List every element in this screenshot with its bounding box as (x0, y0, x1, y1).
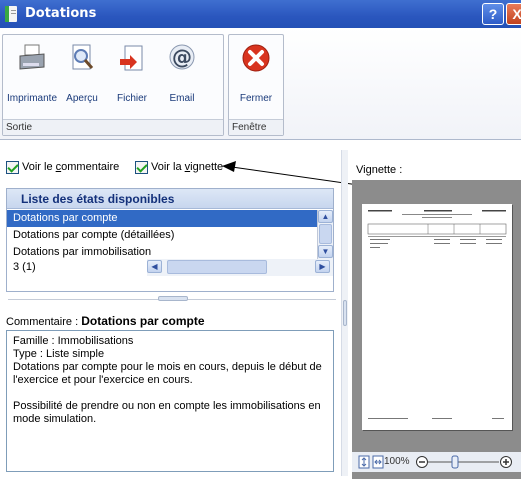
printer-button[interactable]: Imprimante (7, 41, 57, 107)
show-comment-label[interactable]: Voir le commentaire (22, 161, 119, 173)
preview-label: Aperçu (66, 93, 98, 104)
show-comment-checkbox[interactable] (6, 161, 19, 174)
list-count: 3 (1) (13, 261, 36, 273)
report-thumbnail (362, 204, 512, 430)
email-button[interactable]: @ Email (159, 41, 205, 107)
close-window-button[interactable]: X (506, 3, 521, 25)
list-item[interactable]: Dotations par compte (détaillées) (7, 227, 317, 244)
ribbon: Imprimante Aperçu Fichier @ Email Sortie… (0, 28, 521, 140)
scroll-thumb[interactable] (319, 224, 332, 244)
comment-line: Famille : Immobilisations (13, 335, 134, 347)
scroll-down-icon[interactable]: ▼ (318, 245, 333, 258)
ribbon-group-label: Fenêtre (229, 119, 283, 135)
report-list-header: Liste des états disponibles (7, 189, 333, 209)
scroll-thumb[interactable] (167, 260, 267, 274)
scroll-left-icon[interactable]: ◀ (147, 260, 162, 273)
show-thumbnail-label[interactable]: Voir la vignette (151, 161, 223, 173)
splitter-grip[interactable] (158, 296, 188, 301)
vertical-splitter[interactable] (341, 150, 348, 476)
ribbon-group-fenetre: Fermer Fenêtre (228, 34, 284, 136)
window-title: Dotations (25, 6, 97, 21)
list-vertical-scrollbar[interactable]: ▲ ▼ (317, 210, 333, 259)
comment-line: Type : Liste simple (13, 348, 105, 360)
printer-label: Imprimante (6, 93, 57, 104)
horizontal-splitter[interactable] (8, 296, 336, 304)
zoom-toolbar: 100% (352, 452, 521, 472)
comment-line (13, 387, 327, 400)
fit-page-icon[interactable] (358, 455, 370, 469)
report-list-panel: Liste des états disponibles Dotations pa… (6, 188, 334, 292)
thumbnail-label: Vignette : (356, 164, 403, 176)
comment-line: Dotations par compte pour le mois en cou… (13, 361, 322, 386)
ribbon-group-label: Sortie (3, 119, 223, 135)
file-icon (120, 45, 143, 71)
email-icon: @ (169, 44, 195, 70)
app-icon (5, 6, 17, 22)
list-item[interactable]: Dotations par compte (7, 210, 317, 227)
help-button[interactable]: ? (482, 3, 504, 25)
email-label: Email (169, 93, 195, 104)
list-item[interactable]: Dotations par immobilisation (7, 244, 317, 259)
file-label: Fichier (116, 93, 147, 104)
splitter-grip[interactable] (343, 300, 347, 326)
zoom-level: 100% (384, 456, 410, 467)
preview-button[interactable]: Aperçu (59, 41, 105, 107)
show-thumbnail-checkbox[interactable] (135, 161, 148, 174)
ribbon-group-sortie: Imprimante Aperçu Fichier @ Email Sortie (2, 34, 224, 136)
file-button[interactable]: Fichier (109, 41, 155, 107)
comment-line: Possibilité de prendre ou non en compte … (13, 400, 321, 425)
svg-text:@: @ (172, 45, 192, 69)
zoom-slider[interactable] (415, 455, 515, 469)
comment-heading: Commentaire : Dotations par compte (6, 314, 205, 328)
comment-textarea[interactable]: Famille : Immobilisations Type : Liste s… (6, 330, 334, 472)
scroll-right-icon[interactable]: ▶ (315, 260, 330, 273)
close-report-button[interactable]: Fermer (233, 41, 279, 107)
fit-width-icon[interactable] (372, 455, 384, 469)
thumbnail-area: 100% (352, 180, 521, 479)
close-icon (242, 44, 270, 72)
thumbnail-page-content (367, 210, 507, 419)
preview-icon (72, 44, 94, 70)
printer-icon (19, 44, 45, 70)
close-label: Fermer (239, 93, 273, 104)
scroll-up-icon[interactable]: ▲ (318, 210, 333, 223)
title-bar: Dotations ? X (0, 0, 521, 28)
list-horizontal-scrollbar[interactable]: ◀ ▶ (147, 259, 333, 276)
